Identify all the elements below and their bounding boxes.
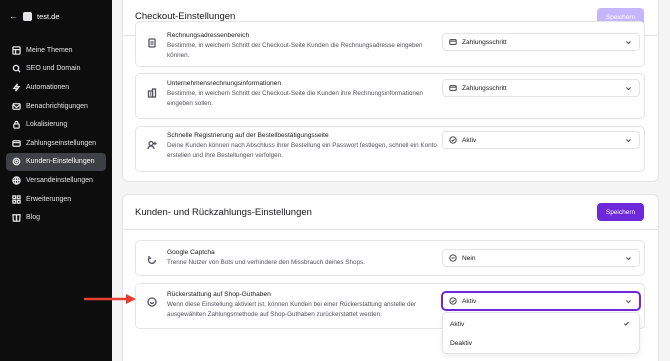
refresh-icon (147, 252, 159, 264)
annotation-arrow-icon (84, 294, 136, 304)
sidebar-item-label: Blog (26, 214, 41, 222)
select-dropdown-menu: Aktiv Deaktiv (442, 312, 640, 354)
checkout-settings-card: Checkout-Einstellungen Speichern Rechnun… (122, 0, 659, 182)
chevron-down-icon (625, 39, 632, 46)
save-button[interactable]: Speichern (597, 203, 644, 221)
setting-row-company-billing: Unternehmensrechnungsinformationen Besti… (135, 73, 645, 119)
lock-icon (12, 120, 21, 129)
setting-description: Bestimme, in welchem Schritt der Checkou… (167, 42, 423, 59)
grid-icon (12, 194, 21, 204)
book-icon (12, 213, 21, 222)
layout-icon (12, 46, 21, 55)
credit-card-icon (449, 84, 457, 92)
billing-step-select[interactable]: Zahlungsschritt (442, 33, 640, 51)
sidebar-item-label: Zahlungseinstellungen (26, 139, 97, 147)
receipt-icon (147, 35, 159, 48)
main-content: Checkout-Einstellungen Speichern Rechnun… (112, 0, 670, 361)
setting-description: Bestimme, in welchem Schritt der Checkou… (167, 90, 423, 107)
setting-title: Unternehmensrechnungsinformationen (167, 80, 281, 87)
chevron-down-icon (625, 137, 632, 144)
sidebar-item-seo[interactable]: SEO und Domain (6, 60, 106, 79)
setting-description: Deine Kunden können nach Abschluss ihrer… (167, 142, 437, 159)
sidebar-item-label: Versandeinstellungen (26, 176, 93, 184)
setting-title: Rückerstattung auf Shop-Guthaben (167, 291, 271, 298)
chevron-down-icon (625, 298, 632, 305)
credit-card-icon (449, 38, 457, 46)
select-value: Aktiv (462, 297, 477, 305)
section-title: Kunden- und Rückzahlungs-Einstellungen (135, 207, 312, 218)
check-circle-icon (449, 297, 457, 305)
check-circle-icon (449, 136, 457, 144)
sidebar-item-label: Automationen (26, 83, 70, 91)
sidebar-item-label: SEO und Domain (26, 65, 81, 73)
option-label: Deaktiv (450, 339, 472, 347)
chevron-down-icon (625, 85, 632, 92)
setting-description: Wenn diese Einstellung aktiviert ist, kö… (167, 301, 417, 318)
chevron-down-icon (625, 255, 632, 262)
setting-row-quick-registration: Schnelle Registrierung auf der Bestellbe… (135, 126, 645, 172)
dropdown-option-active[interactable]: Aktiv (449, 316, 634, 332)
check-icon (623, 320, 630, 327)
mail-icon (12, 102, 21, 111)
search-icon (12, 64, 21, 73)
sidebar-item-payments[interactable]: Zahlungseinstellungen (6, 134, 106, 153)
sidebar-item-shipping[interactable]: Versandeinstellungen (6, 171, 106, 190)
bolt-icon (12, 83, 21, 92)
sidebar-item-label: Benachrichtigungen (26, 102, 88, 110)
google-captcha-select[interactable]: Nein (442, 249, 640, 267)
credit-card-icon (12, 139, 21, 148)
site-header[interactable]: ← test.de (9, 11, 60, 21)
sidebar-item-customers[interactable]: Kunden-Einstellungen (6, 152, 106, 172)
setting-title: Rechnungsadressenbereich (167, 32, 250, 39)
setting-description: Trenne Nutzer von Bots und verhindere de… (167, 259, 365, 266)
store-credit-refund-select[interactable]: Aktiv (442, 292, 640, 310)
sidebar-item-label: Meine Themen (26, 46, 73, 54)
company-billing-step-select[interactable]: Zahlungsschritt (442, 79, 640, 97)
sidebar-item-label: Kunden-Einstellungen (26, 158, 95, 166)
refund-icon (147, 294, 159, 307)
gear-icon (12, 157, 21, 166)
select-value: Zahlungsschritt (462, 84, 507, 92)
select-value: Aktiv (462, 136, 477, 144)
setting-row-billing-address: Rechnungsadressenbereich Bestimme, in we… (135, 21, 645, 67)
sidebar-item-automations[interactable]: Automationen (6, 78, 106, 97)
divider (123, 229, 658, 230)
site-logo-icon (23, 11, 32, 21)
sidebar-nav: Meine Themen SEO und Domain Automationen… (6, 41, 106, 227)
user-plus-icon (147, 137, 159, 150)
sidebar-item-label: Erweiterungen (26, 195, 72, 203)
sidebar: ← test.de Meine Themen SEO und Domain Au… (0, 0, 112, 361)
sidebar-item-extensions[interactable]: Erweiterungen (6, 190, 106, 209)
back-arrow-icon[interactable]: ← (9, 11, 18, 21)
sidebar-item-localization[interactable]: Lokalisierung (6, 115, 106, 134)
setting-row-google-captcha: Google Captcha Trenne Nutzer von Bots un… (135, 240, 645, 276)
quick-registration-select[interactable]: Aktiv (442, 131, 640, 149)
sidebar-item-blog[interactable]: Blog (6, 208, 106, 227)
dropdown-option-inactive[interactable]: Deaktiv (449, 335, 634, 351)
building-icon (147, 85, 159, 98)
setting-title: Schnelle Registrierung auf der Bestellbe… (167, 132, 329, 139)
sidebar-item-themes[interactable]: Meine Themen (6, 41, 106, 60)
sidebar-item-notifications[interactable]: Benachrichtigungen (6, 97, 106, 116)
globe-icon (12, 176, 21, 185)
select-value: Nein (462, 254, 476, 262)
minus-circle-icon (449, 254, 457, 262)
option-label: Aktiv (450, 320, 465, 328)
setting-title: Google Captcha (167, 249, 215, 256)
site-name: test.de (37, 11, 60, 21)
sidebar-item-label: Lokalisierung (26, 121, 68, 129)
select-value: Zahlungsschritt (462, 38, 507, 46)
